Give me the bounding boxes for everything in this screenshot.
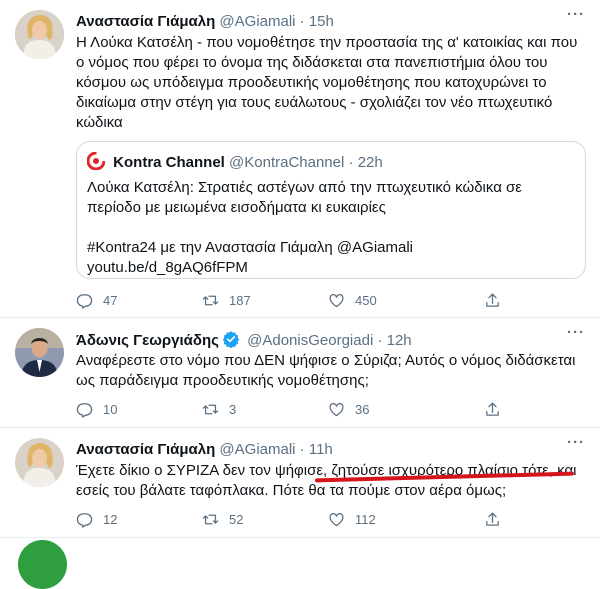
like-button[interactable]: 36	[328, 399, 369, 419]
retweet-icon	[202, 514, 219, 524]
tweet-text: Η Λούκα Κατσέλη - που νομοθέτησε την προ…	[76, 34, 578, 131]
tweet-actions: 10 3 36	[76, 399, 576, 419]
author-name[interactable]: Αναστασία Γιάμαλη	[76, 13, 215, 30]
like-count: 450	[355, 292, 377, 308]
timestamp[interactable]: 15h	[309, 13, 334, 30]
reply-icon	[76, 402, 93, 418]
reply-button[interactable]: 10	[76, 399, 117, 419]
author-handle[interactable]: @AGiamali	[219, 13, 295, 30]
share-button[interactable]	[484, 399, 511, 419]
next-tweet-avatar[interactable]	[18, 540, 67, 589]
like-icon	[329, 512, 344, 526]
retweet-button[interactable]: 52	[202, 509, 243, 529]
quoted-author-handle[interactable]: @KontraChannel	[229, 154, 344, 171]
quoted-hashtag-line: #Kontra24 με την Αναστασία Γιάμαλη @AGia…	[87, 239, 413, 256]
tweet-1[interactable]: Αναστασία Γιάμαλη @AGiamali · 15h ··· Η …	[0, 0, 600, 318]
quoted-tweet[interactable]: Kontra Channel @KontraChannel · 22h Λούκ…	[76, 141, 586, 279]
tweet-header: Αναστασία Γιάμαλη @AGiamali · 15h	[76, 12, 560, 32]
tweet-2[interactable]: Άδωνις Γεωργιάδης @AdonisGeorgiadi · 12h…	[0, 318, 600, 428]
reply-button[interactable]: 47	[76, 290, 117, 310]
reply-icon	[76, 512, 93, 528]
like-count: 36	[355, 401, 370, 417]
quoted-author-name[interactable]: Kontra Channel	[113, 154, 225, 171]
quoted-tweet-text: Λούκα Κατσέλη: Στρατιές αστέγων από την …	[87, 178, 575, 278]
retweet-count: 3	[229, 401, 237, 417]
quoted-text-line: Λούκα Κατσέλη: Στρατιές αστέγων από την …	[87, 179, 522, 216]
author-handle[interactable]: @AGiamali	[219, 441, 295, 458]
reply-button[interactable]: 12	[76, 509, 117, 529]
like-count: 112	[355, 511, 376, 527]
share-button[interactable]	[484, 290, 511, 310]
separator: ·	[348, 154, 354, 171]
like-icon	[329, 293, 344, 307]
retweet-icon	[202, 404, 219, 414]
separator: ·	[299, 441, 305, 458]
tweet-actions: 12 52 112	[76, 509, 576, 529]
tweet-actions: 47 187 450	[76, 290, 576, 310]
more-icon[interactable]: ···	[566, 435, 586, 458]
quoted-timestamp[interactable]: 22h	[358, 154, 383, 171]
quoted-tweet-header: Kontra Channel @KontraChannel · 22h	[86, 151, 383, 173]
more-icon[interactable]: ···	[566, 7, 586, 30]
tweet-header: Αναστασία Γιάμαλη @AGiamali · 11h	[76, 440, 560, 460]
like-button[interactable]: 450	[328, 290, 377, 310]
avatar[interactable]	[15, 438, 64, 487]
reply-count: 12	[103, 511, 118, 527]
share-icon	[486, 511, 499, 526]
more-icon[interactable]: ···	[566, 325, 586, 348]
tweet-3[interactable]: Αναστασία Γιάμαλη @AGiamali · 11h ··· Έχ…	[0, 428, 600, 538]
like-icon	[329, 402, 344, 416]
share-button[interactable]	[484, 509, 511, 529]
kontra-logo-icon	[86, 151, 106, 171]
share-icon	[486, 292, 499, 307]
avatar[interactable]	[15, 328, 64, 377]
author-name[interactable]: Άδωνις Γεωργιάδης	[76, 332, 219, 349]
share-icon	[486, 401, 499, 416]
reply-count: 47	[103, 292, 118, 308]
timestamp[interactable]: 12h	[387, 332, 412, 349]
retweet-icon	[202, 295, 219, 305]
quoted-link: youtu.be/d_8gAQ6fFPM	[87, 259, 248, 276]
retweet-count: 187	[229, 292, 251, 308]
retweet-count: 52	[229, 511, 244, 527]
author-name[interactable]: Αναστασία Γιάμαλη	[76, 441, 215, 458]
timestamp[interactable]: 11h	[309, 441, 333, 458]
author-handle[interactable]: @AdonisGeorgiadi	[247, 332, 373, 349]
retweet-button[interactable]: 187	[202, 290, 251, 310]
reply-icon	[76, 293, 93, 309]
avatar[interactable]	[15, 10, 64, 59]
separator: ·	[299, 13, 305, 30]
like-button[interactable]: 112	[328, 509, 376, 529]
tweet-text: Αναφέρεστε στο νόμο που ΔΕΝ ψήφισε ο Σύρ…	[76, 352, 576, 389]
retweet-button[interactable]: 3	[202, 399, 236, 419]
separator: ·	[377, 332, 383, 349]
reply-count: 10	[103, 401, 118, 417]
